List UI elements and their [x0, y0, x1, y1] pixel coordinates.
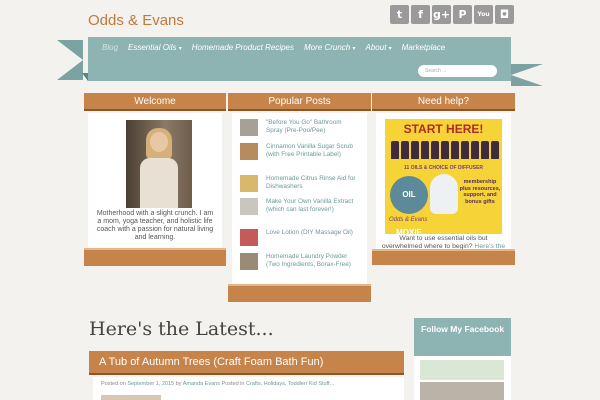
promo-subtitle: 11 OILS & CHOICE OF DIFFUSER — [404, 165, 483, 171]
post-author[interactable]: Amanda Evans — [183, 381, 220, 387]
post-link[interactable]: Love Lotion (DIY Massage Oil) — [266, 229, 360, 246]
youtube-icon[interactable]: You — [474, 5, 493, 24]
facebook-photo[interactable] — [420, 382, 504, 400]
popular-post[interactable]: Homemade Citrus Rinse Aid for Dishwasher… — [240, 175, 360, 192]
latest-heading: Here's the Latest... — [89, 318, 274, 340]
post-thumbnail[interactable] — [240, 229, 258, 246]
author-photo — [126, 120, 192, 208]
widget-title: Popular Posts — [228, 93, 371, 111]
post-thumbnail[interactable] — [240, 175, 258, 192]
post-link[interactable]: Homemade Citrus Rinse Aid for Dishwasher… — [266, 175, 360, 192]
promo-logo: Odds & Evans — [389, 217, 428, 223]
post-date[interactable]: September 1, 2015 — [127, 381, 174, 387]
oil-moxie-logo: OIL MOXIE — [390, 176, 428, 234]
nav-item-about[interactable]: About ▾ — [366, 43, 392, 52]
nav-label: Essential Oils — [128, 43, 177, 52]
popular-post[interactable]: Love Lotion (DIY Massage Oil) — [240, 229, 360, 246]
meta-by: by — [175, 381, 182, 387]
widget-body: Motherhood with a slight crunch. I am a … — [88, 113, 222, 253]
popular-post[interactable]: Cinnamon Vanilla Sugar Scrub (with Free … — [240, 143, 360, 160]
site-title[interactable]: Odds & Evans — [88, 12, 184, 29]
widget-footer — [84, 248, 226, 266]
post-meta: Posted on September 1, 2015 by Amanda Ev… — [101, 381, 334, 387]
nav-item-marketplace[interactable]: Marketplace — [402, 43, 446, 52]
widget-title: Need help? — [372, 93, 515, 111]
post-thumbnail[interactable] — [240, 253, 258, 270]
welcome-widget: Welcome Motherhood with a slight crunch.… — [84, 93, 226, 273]
pinterest-icon[interactable]: P — [453, 5, 472, 24]
promo-banner-text: START HERE! — [403, 122, 484, 136]
main-nav: Blog Essential Oils ▾ Homemade Product R… — [102, 43, 445, 52]
facebook-cover-image[interactable] — [420, 360, 504, 380]
widget-footer — [228, 284, 371, 302]
ribbon-tail-left — [57, 40, 83, 80]
facebook-widget: Follow My Facebook — [414, 318, 511, 400]
nav-label: More Crunch — [304, 43, 351, 52]
need-help-widget: Need help? START HERE! 11 OILS & CHOICE … — [372, 93, 515, 273]
post-link[interactable]: "Before You Go" Bathroom Spray (Pre-Poo/… — [266, 119, 360, 136]
social-icons: t f g+ P You ◘ — [390, 5, 514, 24]
popular-post[interactable]: "Before You Go" Bathroom Spray (Pre-Poo/… — [240, 119, 360, 136]
popular-posts-widget: Popular Posts "Before You Go" Bathroom S… — [228, 93, 371, 304]
popular-post[interactable]: Homemade Laundry Powder (Two Ingredients… — [240, 253, 360, 270]
twitter-icon[interactable]: t — [390, 5, 409, 24]
post-title[interactable]: A Tub of Autumn Trees (Craft Foam Bath F… — [89, 351, 404, 375]
nav-item-essential-oils[interactable]: Essential Oils ▾ — [128, 43, 182, 52]
popular-post[interactable]: Make Your Own Vanilla Extract (which can… — [240, 198, 360, 215]
chevron-down-icon: ▾ — [352, 46, 356, 52]
oil-bottles-image — [391, 141, 499, 159]
search-input[interactable]: Search ... — [418, 65, 497, 77]
post-thumbnail[interactable] — [240, 198, 258, 215]
post-thumbnail[interactable] — [240, 119, 258, 136]
instagram-icon[interactable]: ◘ — [495, 5, 514, 24]
about-text: Motherhood with a slight crunch. I am a … — [96, 210, 214, 241]
widget-body: START HERE! 11 OILS & CHOICE OF DIFFUSER… — [376, 113, 511, 258]
facebook-icon[interactable]: f — [411, 5, 430, 24]
widget-body: "Before You Go" Bathroom Spray (Pre-Poo/… — [232, 113, 367, 285]
start-here-banner[interactable]: START HERE! 11 OILS & CHOICE OF DIFFUSER… — [385, 119, 502, 234]
help-description: Want to use essential oils but overwhelm… — [381, 235, 488, 250]
post-card: Posted on September 1, 2015 by Amanda Ev… — [93, 377, 404, 400]
ribbon-tail-right — [511, 64, 543, 86]
chevron-down-icon: ▾ — [178, 46, 182, 52]
widget-title: Welcome — [84, 93, 226, 111]
widget-footer — [372, 249, 515, 265]
post-thumbnail[interactable] — [240, 143, 258, 160]
post-link[interactable]: Cinnamon Vanilla Sugar Scrub (with Free … — [266, 143, 360, 160]
nav-item-homemade-recipes[interactable]: Homemade Product Recipes — [192, 43, 294, 52]
post-link[interactable]: Homemade Laundry Powder (Two Ingredients… — [266, 253, 360, 270]
nav-item-blog[interactable]: Blog — [102, 43, 118, 52]
nav-label: About — [365, 43, 387, 52]
meta-prefix: Posted on — [101, 381, 126, 387]
promo-membership-text: membership plus resources, support, and … — [459, 179, 501, 205]
meta-in: Posted in — [221, 381, 245, 387]
chevron-down-icon: ▾ — [388, 46, 392, 52]
post-categories[interactable]: Crafts, Holidays, Toddler/ Kid Stuff... — [246, 381, 334, 387]
post-thumbnail[interactable] — [101, 395, 161, 400]
post-link[interactable]: Make Your Own Vanilla Extract (which can… — [266, 198, 360, 215]
google-plus-icon[interactable]: g+ — [432, 5, 451, 24]
widget-title[interactable]: Follow My Facebook — [414, 318, 511, 356]
nav-item-more-crunch[interactable]: More Crunch ▾ — [304, 43, 356, 52]
diffuser-image — [430, 174, 458, 214]
